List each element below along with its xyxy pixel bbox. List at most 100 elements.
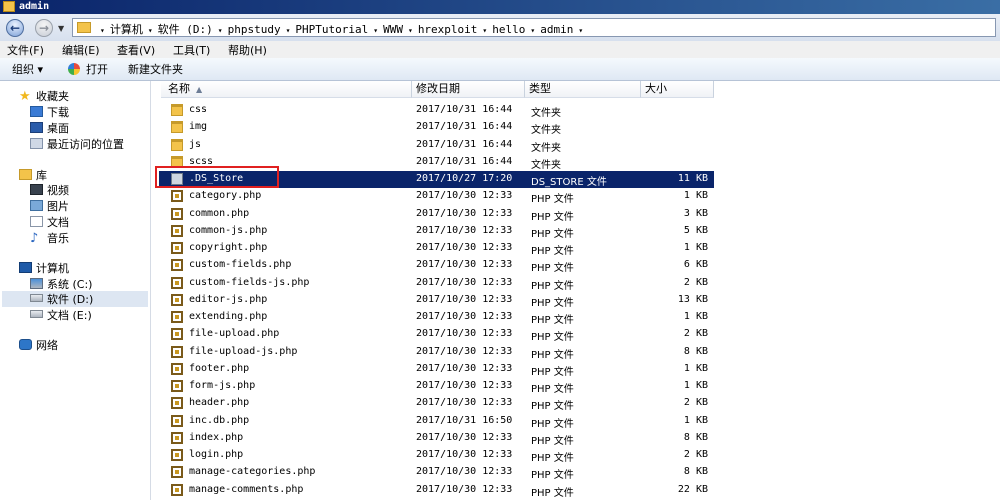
file-name: inc.db.php — [189, 414, 250, 426]
column-header-name[interactable]: 名称 ▲ — [161, 81, 412, 98]
file-row[interactable]: js 2017/10/31 16:44 文件夹 — [159, 137, 714, 154]
file-size: 13 KB — [677, 293, 708, 305]
breadcrumb-item[interactable]: admin — [540, 23, 573, 36]
nav-documents[interactable]: 文档 — [30, 214, 69, 230]
downloads-icon — [30, 106, 43, 117]
file-row[interactable]: common.php 2017/10/30 12:33 PHP 文件 3 KB — [159, 206, 714, 223]
file-row[interactable]: category.php 2017/10/30 12:33 PHP 文件 1 KB — [159, 188, 714, 205]
file-row[interactable]: file-upload.php 2017/10/30 12:33 PHP 文件 2 K… — [159, 326, 714, 343]
column-header-date[interactable]: 修改日期 — [412, 81, 525, 98]
chevron-icon[interactable]: ▾ — [482, 26, 487, 35]
file-row[interactable]: footer.php 2017/10/30 12:33 PHP 文件 1 KB — [159, 361, 714, 378]
breadcrumb-item[interactable]: hrexploit — [418, 23, 478, 36]
file-name: footer.php — [189, 362, 250, 374]
file-row[interactable]: custom-fields.php 2017/10/30 12:33 PHP 文件 6… — [159, 257, 714, 274]
network-icon — [19, 339, 32, 350]
back-button[interactable]: ← — [6, 19, 24, 37]
nav-desktop[interactable]: 桌面 — [30, 120, 69, 136]
file-name: index.php — [189, 431, 244, 443]
nav-downloads[interactable]: 下载 — [30, 104, 69, 120]
open-button[interactable]: 打开 — [86, 61, 108, 77]
file-name: manage-comments.php — [189, 483, 304, 495]
chevron-icon[interactable]: ▾ — [408, 26, 413, 35]
folder-icon — [171, 155, 183, 168]
file-row[interactable]: scss 2017/10/31 16:44 文件夹 — [159, 154, 714, 171]
address-field[interactable]: ▾ 计算机 ▾ 软件 (D:) ▾ phpstudy ▾ PHPTutorial ▾ WWW ▾ hr… — [72, 18, 996, 37]
nav-favorites[interactable]: ★ 收藏夹 — [19, 88, 69, 104]
nav-network[interactable]: 网络 — [19, 337, 58, 353]
menu-file[interactable]: 文件(F) — [7, 42, 44, 58]
column-header-size[interactable]: 大小 — [641, 81, 714, 98]
chevron-icon[interactable]: ▾ — [218, 26, 223, 35]
file-row[interactable]: manage-categories.php 2017/10/30 12:33 PHP… — [159, 464, 714, 481]
php-file-icon — [171, 259, 183, 272]
file-row[interactable]: login.php 2017/10/30 12:33 PHP 文件 2 KB — [159, 447, 714, 464]
window-title: admin — [19, 1, 50, 12]
system-drive-icon — [30, 278, 43, 289]
history-dropdown-icon[interactable]: ▼ — [58, 24, 64, 33]
column-header-type[interactable]: 类型 — [525, 81, 641, 98]
nav-drive-c[interactable]: 系统 (C:) — [30, 276, 92, 292]
nav-videos[interactable]: 视频 — [30, 182, 69, 198]
nav-computer[interactable]: 计算机 — [19, 260, 69, 276]
file-row[interactable]: manage-comments.php 2017/10/30 12:33 PHP 文… — [159, 482, 714, 499]
file-name: copyright.php — [189, 242, 268, 253]
file-type: PHP 文件 — [531, 263, 574, 275]
file-row[interactable]: file-upload-js.php 2017/10/30 12:33 PHP 文件… — [159, 344, 714, 361]
new-folder-button[interactable]: 新建文件夹 — [128, 61, 183, 77]
file-date: 2017/10/30 12:33 — [416, 311, 513, 322]
file-date: 2017/10/30 12:33 — [416, 207, 513, 219]
breadcrumb-item[interactable]: PHPTutorial — [295, 23, 368, 36]
forward-button[interactable]: → — [35, 19, 53, 37]
breadcrumb-item[interactable]: phpstudy — [228, 23, 281, 36]
file-row[interactable]: custom-fields-js.php 2017/10/30 12:33 PHP … — [159, 275, 714, 292]
php-file-icon — [171, 293, 183, 306]
window-titlebar[interactable]: admin — [0, 0, 1000, 14]
nav-label: 收藏夹 — [36, 90, 69, 103]
organize-button[interactable]: 组织 ▾ — [12, 61, 43, 77]
php-file-icon — [171, 449, 183, 461]
breadcrumb-item[interactable]: hello — [492, 23, 525, 36]
file-row[interactable]: .DS_Store 2017/10/27 17:20 DS_STORE 文件 11 K… — [159, 171, 714, 188]
breadcrumb-item[interactable]: 软件 (D:) — [158, 23, 213, 36]
menu-view[interactable]: 查看(V) — [117, 42, 155, 58]
file-list[interactable]: 名称 ▲ 修改日期 类型 大小 css 2017/10/31 16:44 文件夹 img… — [151, 81, 1000, 500]
nav-pictures[interactable]: 图片 — [30, 198, 69, 214]
nav-recent-places[interactable]: 最近访问的位置 — [30, 136, 124, 152]
breadcrumb-item[interactable]: WWW — [383, 23, 403, 36]
file-date: 2017/10/30 12:33 — [416, 276, 513, 288]
file-row[interactable]: css 2017/10/31 16:44 文件夹 — [159, 102, 714, 119]
file-row[interactable]: common-js.php 2017/10/30 12:33 PHP 文件 5 KB — [159, 223, 714, 240]
file-row[interactable]: img 2017/10/31 16:44 文件夹 — [159, 119, 714, 136]
chevron-icon[interactable]: ▾ — [373, 26, 378, 35]
file-name: css — [189, 104, 208, 115]
file-row[interactable]: form-js.php 2017/10/30 12:33 PHP 文件 1 KB — [159, 378, 714, 395]
file-row[interactable]: header.php 2017/10/30 12:33 PHP 文件 2 KB — [159, 395, 714, 412]
file-date: 2017/10/30 12:33 — [416, 224, 513, 236]
file-name: .DS_Store — [189, 173, 244, 184]
menu-help[interactable]: 帮助(H) — [228, 42, 267, 58]
chevron-icon[interactable]: ▾ — [530, 26, 535, 35]
chevron-icon[interactable]: ▾ — [578, 26, 583, 35]
file-row[interactable]: index.php 2017/10/30 12:33 PHP 文件 8 KB — [159, 430, 714, 447]
breadcrumb-item[interactable]: 计算机 — [110, 23, 143, 36]
nav-drive-e[interactable]: 文档 (E:) — [30, 307, 92, 323]
nav-music[interactable]: ♪ 音乐 — [30, 230, 69, 246]
file-row[interactable]: extending.php 2017/10/30 12:33 PHP 文件 1 KB — [159, 309, 714, 326]
menu-tools[interactable]: 工具(T) — [173, 42, 210, 58]
nav-drive-d[interactable]: 软件 (D:) — [2, 291, 148, 307]
chevron-icon[interactable]: ▾ — [100, 26, 105, 35]
folder-icon — [77, 22, 91, 33]
file-type: PHP 文件 — [531, 487, 574, 499]
file-row[interactable]: inc.db.php 2017/10/31 16:50 PHP 文件 1 KB — [159, 413, 714, 430]
php-file-icon — [171, 207, 183, 220]
folder-icon — [171, 121, 183, 134]
menu-edit[interactable]: 编辑(E) — [62, 42, 100, 58]
chevron-icon[interactable]: ▾ — [286, 26, 291, 35]
file-row[interactable]: copyright.php 2017/10/30 12:33 PHP 文件 1 KB — [159, 240, 714, 257]
file-size: 2 KB — [683, 397, 708, 409]
nav-libraries[interactable]: 库 — [19, 167, 47, 183]
column-label: 名称 — [168, 82, 190, 95]
chevron-icon[interactable]: ▾ — [148, 26, 153, 35]
file-row[interactable]: editor-js.php 2017/10/30 12:33 PHP 文件 13 KB — [159, 292, 714, 309]
